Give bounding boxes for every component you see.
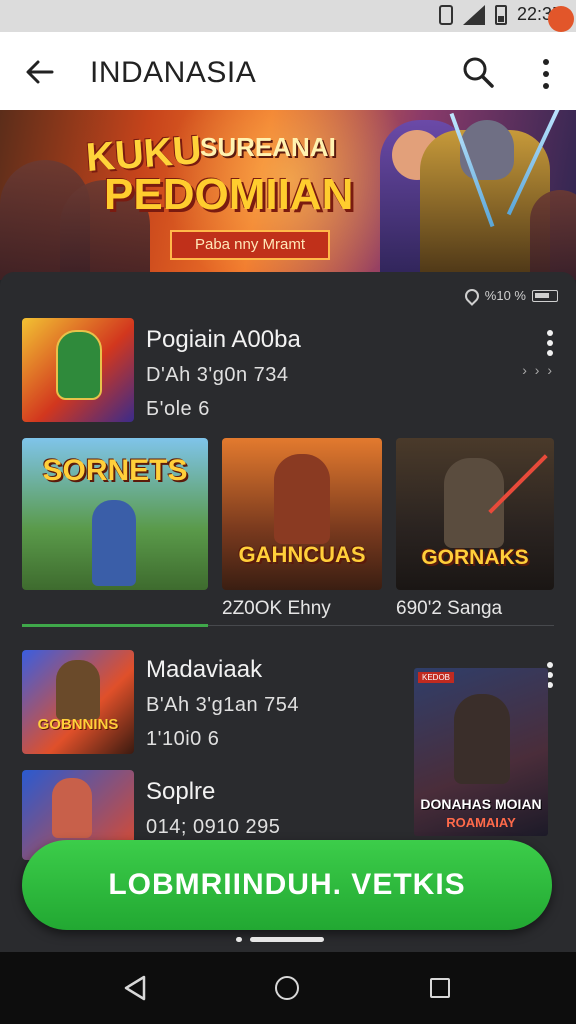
battery-icon xyxy=(494,4,507,25)
notification-dot xyxy=(548,6,574,32)
banner-headline-2: PEDOMIIAN xyxy=(104,170,354,219)
gesture-dot xyxy=(236,937,242,942)
tile-character xyxy=(274,454,330,544)
overflow-menu-icon[interactable] xyxy=(536,54,556,94)
item-title: Pogiain A00ba xyxy=(146,326,301,353)
search-icon[interactable] xyxy=(460,54,496,90)
list-item[interactable]: Pogiain A00ba D'Ah 3'g0n 734 Б'ole 6 › ›… xyxy=(22,318,562,428)
tile-title: SORNETS xyxy=(42,454,188,487)
system-nav-bar xyxy=(0,952,576,1024)
thumbnail-character xyxy=(56,660,100,720)
game-tile[interactable]: SORNETS xyxy=(22,438,208,590)
nav-recents-icon[interactable] xyxy=(430,978,450,998)
card-status: %10 % xyxy=(461,285,558,306)
gesture-pill xyxy=(250,937,324,942)
banner-headline-1b: SUREANAI xyxy=(200,132,336,162)
game-tile[interactable]: GORNAKS xyxy=(396,438,554,590)
item-meta: 014; 0910 295 xyxy=(146,816,281,838)
tile-caption: 2Z0OK Ehny xyxy=(222,598,331,619)
banner-figure xyxy=(530,190,576,280)
item-title: Soplre xyxy=(146,778,216,805)
item-meta: Б'ole 6 xyxy=(146,398,210,420)
vibrate-icon xyxy=(438,4,453,25)
app-screen: 22:35 INDANASIA KUKU SUREANAI PEDOMIIAN … xyxy=(0,0,576,1024)
download-button[interactable]: LOBMRIINDUH. VETKIS xyxy=(22,840,552,930)
tile-title: GAHNCUAS xyxy=(238,542,366,567)
page-title: INDANASIA xyxy=(90,56,257,89)
thumbnail-character xyxy=(52,778,92,838)
chevron-right-icon[interactable]: › › › xyxy=(522,362,554,378)
item-meta: B'Ah 3'g1an 754 xyxy=(146,694,300,716)
card-status-text: %10 % xyxy=(484,288,526,303)
nav-back-icon[interactable] xyxy=(122,974,148,1002)
tab-indicator xyxy=(22,624,208,627)
app-bar: INDANASIA xyxy=(0,32,576,110)
status-icons: 22:35 xyxy=(438,4,562,25)
banner-knight-helmet xyxy=(460,120,514,180)
wifi-icon xyxy=(461,285,482,306)
tile-caption: 690'2 Sanga xyxy=(396,598,503,619)
game-tile[interactable]: GAHNCUAS xyxy=(222,438,382,590)
battery-icon xyxy=(532,289,558,302)
item-meta: 1'10i0 6 xyxy=(146,728,220,750)
signal-icon xyxy=(462,4,485,25)
thumbnail-character xyxy=(56,330,102,400)
banner-subtitle: Paba nny Mramt xyxy=(170,230,330,260)
status-bar: 22:35 xyxy=(0,0,576,32)
item-meta: D'Ah 3'g0n 734 xyxy=(146,364,289,386)
poster-badge: KEDOB xyxy=(418,672,455,683)
nav-home-icon[interactable] xyxy=(275,976,299,1000)
promo-banner[interactable]: KUKU SUREANAI PEDOMIIAN Paba nny Mramt xyxy=(0,110,576,280)
item-title: Madaviaak xyxy=(146,656,263,683)
item-thumbnail: GOBNNINS xyxy=(22,650,134,754)
item-menu-icon[interactable] xyxy=(546,330,554,360)
thumbnail-title: GOBNNINS xyxy=(37,716,119,733)
tile-title: GORNAKS xyxy=(421,546,529,569)
item-thumbnail xyxy=(22,318,134,422)
divider xyxy=(208,625,554,626)
tile-character xyxy=(92,500,136,586)
back-arrow-icon[interactable] xyxy=(22,54,58,90)
